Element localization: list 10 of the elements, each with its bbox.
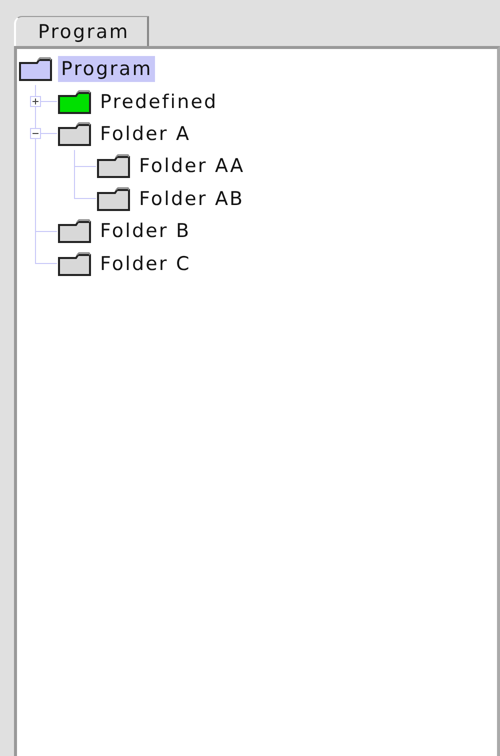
tree-item[interactable]: Folder B — [97, 218, 194, 244]
collapse-icon[interactable] — [30, 128, 41, 140]
expand-icon[interactable] — [30, 96, 41, 108]
tree-item[interactable]: Folder AB — [136, 186, 248, 212]
tree-item[interactable]: Folder A — [97, 120, 194, 147]
tab[interactable]: Program — [14, 16, 150, 46]
tree-item[interactable]: Program — [58, 56, 156, 82]
tree-item[interactable]: Predefined — [97, 88, 221, 115]
tree-item[interactable]: Folder AA — [136, 153, 248, 180]
tree-item[interactable]: Folder C — [97, 250, 194, 277]
